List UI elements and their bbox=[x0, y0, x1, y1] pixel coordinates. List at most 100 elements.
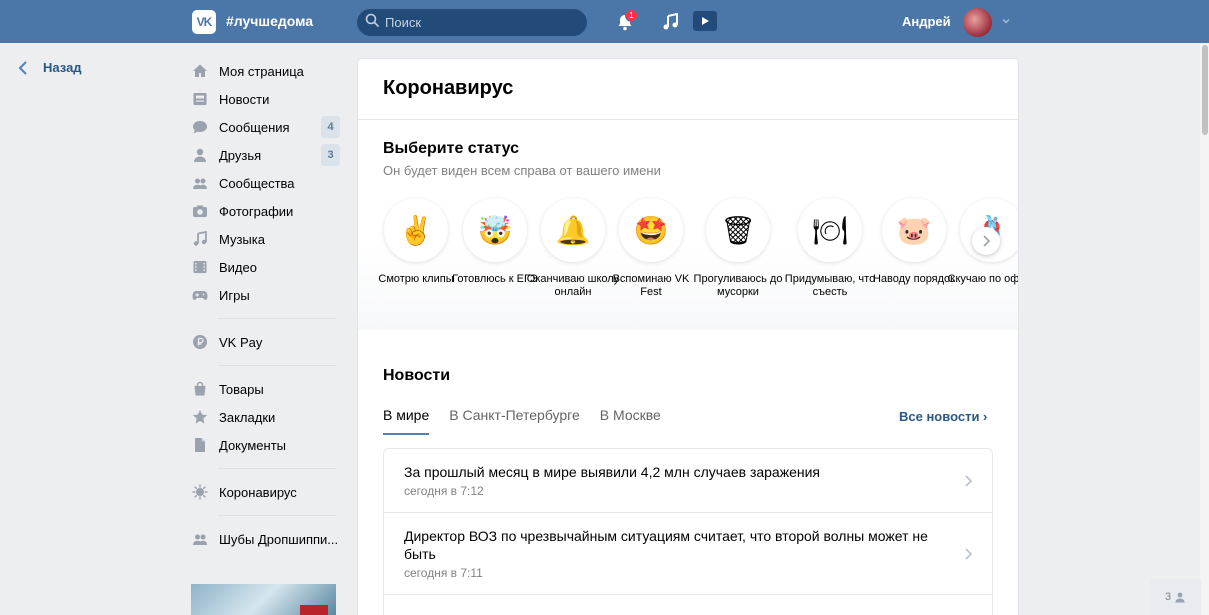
sidebar-item-games[interactable]: Игры bbox=[191, 281, 341, 309]
sidebar-item-label: VK Pay bbox=[219, 334, 263, 350]
page-title: Коронавирус bbox=[383, 77, 514, 99]
notification-badge: 1 bbox=[625, 9, 638, 22]
news-time: сегодня в 7:12 bbox=[404, 484, 484, 498]
back-link[interactable]: Назад bbox=[18, 60, 82, 75]
status-option[interactable]: 🗑 Прогуливаюсь до мусорки bbox=[688, 198, 788, 299]
video-icon bbox=[191, 259, 209, 275]
play-icon bbox=[702, 17, 709, 25]
groups-icon bbox=[191, 531, 209, 547]
news-item[interactable]: Директор ВОЗ по чрезвычайным ситуациям с… bbox=[384, 513, 992, 595]
ruble-icon bbox=[191, 334, 209, 350]
chat-button[interactable]: 3 bbox=[1150, 579, 1201, 615]
status-subtitle: Он будет виден всем справа от вашего име… bbox=[383, 163, 661, 178]
sidebar-item-bookmarks[interactable]: Закладки bbox=[191, 403, 341, 431]
friends-count-badge: 3 bbox=[321, 144, 340, 166]
all-news-link[interactable]: Все новости › bbox=[899, 409, 987, 424]
chevron-left-icon bbox=[18, 60, 27, 75]
sidebar-item-label: Закладки bbox=[219, 409, 276, 425]
back-label: Назад bbox=[43, 60, 82, 75]
news-headline: Директор ВОЗ по чрезвычайным ситуациям с… bbox=[404, 528, 928, 562]
scrollbar-thumb[interactable] bbox=[1202, 45, 1208, 135]
main-card: Коронавирус Выберите статус Он будет вид… bbox=[358, 59, 1018, 615]
status-emoji: 🐷 bbox=[882, 198, 946, 262]
search-box[interactable] bbox=[357, 9, 587, 36]
bag-icon bbox=[191, 381, 209, 397]
sidebar-item-groups[interactable]: Сообщества bbox=[191, 169, 341, 197]
music-icon[interactable] bbox=[662, 13, 680, 31]
sidebar-item-goods[interactable]: Товары bbox=[191, 375, 341, 403]
news-headline: За прошлый месяц в мире выявили 4,2 млн … bbox=[404, 464, 821, 480]
sidebar-item-label: Сообщества bbox=[219, 175, 295, 191]
sidebar-divider bbox=[218, 365, 336, 366]
sidebar-item-label: Игры bbox=[219, 287, 250, 303]
sidebar-item-label: Музыка bbox=[219, 231, 265, 247]
news-time: сегодня в 7:11 bbox=[404, 566, 483, 580]
sidebar-item-video[interactable]: Видео bbox=[191, 253, 341, 281]
status-title: Выберите статус bbox=[383, 140, 520, 157]
sidebar-item-label: Новости bbox=[219, 91, 270, 107]
status-emoji: 🤯 bbox=[463, 198, 527, 262]
chevron-right-icon bbox=[983, 235, 990, 247]
chat-count: 3 bbox=[1164, 591, 1172, 603]
sidebar-item-label: Документы bbox=[219, 437, 287, 453]
status-emoji: ✌ bbox=[384, 198, 448, 262]
sidebar-divider bbox=[218, 515, 336, 516]
status-emoji: 🍽 bbox=[798, 198, 862, 262]
sidebar-item-music[interactable]: Музыка bbox=[191, 225, 341, 253]
status-emoji: 🔔 bbox=[541, 198, 605, 262]
chevron-down-icon[interactable] bbox=[1001, 16, 1011, 26]
status-section: Выберите статус Он будет виден всем спра… bbox=[358, 120, 1018, 330]
status-label: Скучаю по офису bbox=[947, 273, 1019, 285]
play-button[interactable] bbox=[693, 11, 717, 31]
tab-spb[interactable]: В Санкт-Петербурге bbox=[449, 407, 580, 435]
tab-world[interactable]: В мире bbox=[383, 407, 430, 435]
sidebar-item-label: Товары bbox=[219, 381, 264, 397]
user-name[interactable]: Андрей bbox=[902, 14, 951, 29]
ad-thumbnail-detail bbox=[300, 605, 328, 615]
news-title: Новости bbox=[383, 367, 451, 384]
sidebar-item-group-link[interactable]: Шубы Дропшиппи... bbox=[191, 525, 341, 553]
friend-icon bbox=[191, 147, 209, 163]
vk-logo[interactable]: VK bbox=[192, 10, 216, 34]
news-item[interactable]: За прошлый месяц в мире выявили 4,2 млн … bbox=[384, 449, 992, 513]
sidebar-nav: Моя страница Новости Сообщения 4 Друзья … bbox=[191, 57, 341, 553]
sidebar-item-news[interactable]: Новости bbox=[191, 85, 341, 113]
home-icon bbox=[191, 63, 209, 79]
sidebar-item-label: Фотографии bbox=[219, 203, 294, 219]
search-input[interactable] bbox=[385, 15, 575, 30]
hashtag-link[interactable]: #лучшедома bbox=[226, 13, 313, 29]
status-next-button[interactable] bbox=[972, 227, 1000, 255]
groups-icon bbox=[191, 175, 209, 191]
news-icon bbox=[191, 91, 209, 107]
status-label: Вспоминаю VK Fest bbox=[612, 273, 690, 298]
chevron-right-icon bbox=[965, 474, 972, 487]
news-list: За прошлый месяц в мире выявили 4,2 млн … bbox=[383, 448, 993, 615]
top-bar bbox=[0, 0, 1209, 43]
status-option[interactable]: 🤩 Вспоминаю VK Fest bbox=[601, 198, 701, 299]
tab-moscow[interactable]: В Москве bbox=[600, 407, 661, 435]
sidebar-divider bbox=[218, 318, 336, 319]
status-emoji: 🤩 bbox=[619, 198, 683, 262]
search-icon bbox=[365, 13, 379, 32]
virus-icon bbox=[191, 484, 209, 500]
status-emoji: 🗑 bbox=[706, 198, 770, 262]
news-tabs: В мире В Санкт-Петербурге В Москве bbox=[383, 407, 681, 435]
news-item[interactable] bbox=[384, 595, 992, 615]
sidebar-item-friends[interactable]: Друзья 3 bbox=[191, 141, 341, 169]
messages-count-badge: 4 bbox=[321, 116, 340, 138]
status-label: Прогуливаюсь до мусорки bbox=[693, 273, 783, 298]
sidebar-item-photos[interactable]: Фотографии bbox=[191, 197, 341, 225]
sidebar-item-label: Сообщения bbox=[219, 119, 290, 135]
messages-icon bbox=[191, 119, 209, 135]
sidebar-item-vkpay[interactable]: VK Pay bbox=[191, 328, 341, 356]
document-icon bbox=[191, 437, 209, 453]
avatar[interactable] bbox=[963, 8, 992, 37]
sidebar-item-messages[interactable]: Сообщения 4 bbox=[191, 113, 341, 141]
sidebar-item-documents[interactable]: Документы bbox=[191, 431, 341, 459]
sidebar-divider bbox=[218, 468, 336, 469]
sidebar-item-coronavirus[interactable]: Коронавирус bbox=[191, 478, 341, 506]
sidebar-item-label: Коронавирус bbox=[219, 484, 297, 500]
sidebar-item-my-page[interactable]: Моя страница bbox=[191, 57, 341, 85]
sidebar-item-label: Видео bbox=[219, 259, 257, 275]
sidebar-item-label: Друзья bbox=[219, 147, 262, 163]
